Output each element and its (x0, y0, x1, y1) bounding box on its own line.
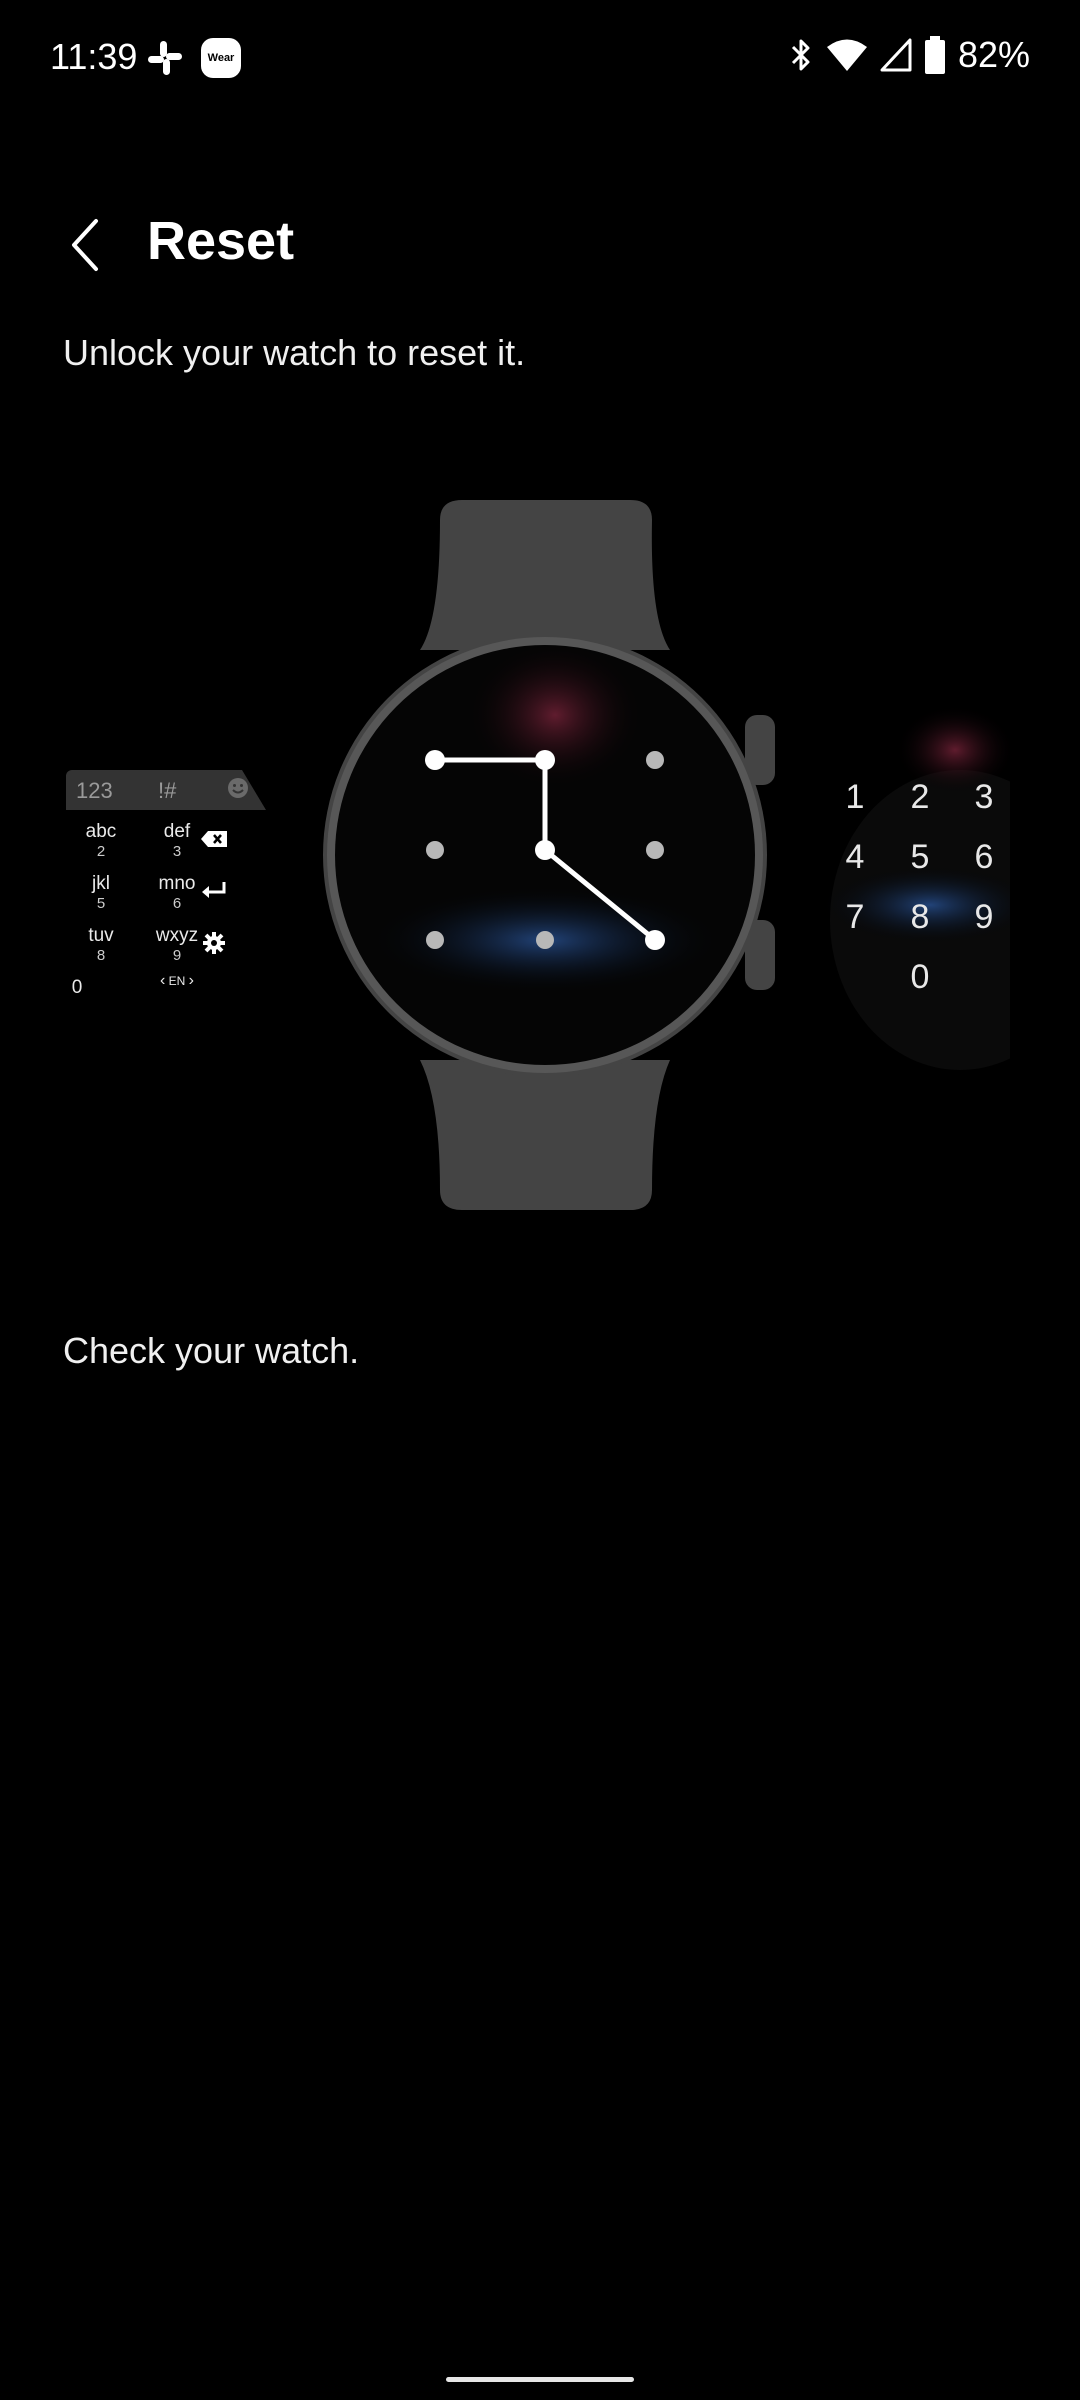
battery-icon (924, 36, 945, 74)
keyboard-illustration: 123 !# abc 2 def 3 jkl 5 mno 6 tuv 8 wxyz 9 0 … (60, 760, 300, 1020)
chevron-left-icon (72, 219, 98, 271)
emoji-icon (228, 778, 248, 798)
key-jkl: jkl 5 (92, 873, 110, 913)
pin-digit-4: 4 (845, 838, 865, 876)
pin-digit-5: 5 (910, 838, 930, 876)
battery-percent: 82% (957, 34, 1030, 75)
watch-crown-top (745, 715, 775, 785)
bluetooth-icon (791, 39, 810, 71)
enter-icon (194, 876, 234, 906)
wifi-icon (826, 39, 867, 71)
pin-digit-6: 6 (974, 838, 994, 876)
pin-digit-7: 7 (845, 898, 865, 936)
key-abc: abc 2 (85, 821, 117, 861)
pin-digit-3: 3 (974, 778, 994, 816)
key-zero: 0 (71, 977, 83, 998)
page-title: Reset (147, 211, 295, 271)
instruction-text: Check your watch. (63, 1330, 360, 1371)
keyboard-top-row: 123 !# (66, 770, 266, 810)
back-button[interactable] (55, 210, 115, 280)
key-123: 123 (76, 778, 113, 803)
pin-digit-8: 8 (910, 898, 930, 936)
settings-gear-icon (194, 928, 234, 958)
slack-icon (148, 41, 182, 75)
watch-strap-bottom (420, 1060, 670, 1210)
pin-digit-1: 1 (845, 778, 865, 816)
key-tuv: tuv 8 (88, 925, 114, 965)
key-space-language: ‹ EN › (159, 972, 194, 989)
pin-digit-0: 0 (910, 958, 930, 996)
status-time: 11:39 (50, 36, 138, 77)
status-bar: 11:39 Wear 82% (0, 0, 1080, 120)
signal-icon (880, 38, 912, 72)
home-indicator[interactable] (446, 2377, 634, 2382)
key-symbols: !# (158, 778, 177, 803)
backspace-icon (194, 824, 234, 854)
subtitle-text: Unlock your watch to reset it. (63, 332, 526, 373)
pin-digit-9: 9 (974, 898, 994, 936)
pin-digit-2: 2 (910, 778, 930, 816)
pinpad-illustration: 1 2 3 4 5 6 7 8 9 0 (800, 700, 1020, 1030)
wear-app-icon: Wear (201, 38, 241, 78)
status-icons: 82% (788, 34, 1030, 76)
watch-strap-top (420, 500, 670, 650)
